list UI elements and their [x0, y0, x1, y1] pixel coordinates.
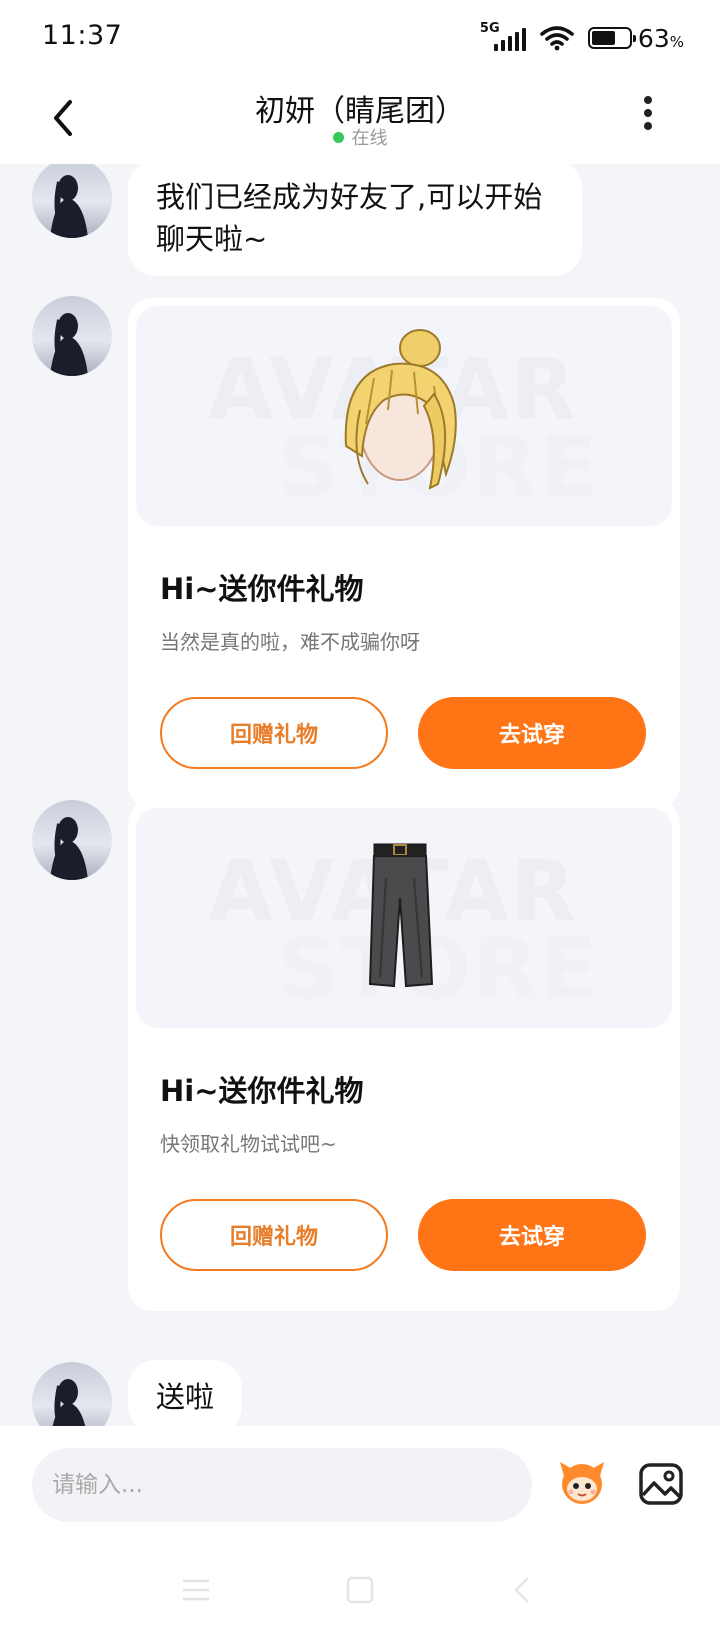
chat-message-list[interactable]: 我们已经成为好友了,可以开始 聊天啦~ AVATAR STORE Hi~送你件礼… — [0, 164, 720, 1426]
message-text-line: 我们已经成为好友了,可以开始 — [156, 180, 543, 214]
status-icons: 5G 63% — [480, 20, 684, 56]
gift-card[interactable]: AVATAR STORE Hi~送你件礼物 快领取礼物试试吧~ 回赠礼物 去试穿 — [128, 800, 680, 1311]
input-bar — [0, 1426, 720, 1640]
contact-avatar[interactable] — [32, 800, 112, 880]
cellular-signal-icon: 5G — [480, 21, 526, 53]
online-status: 在线 — [0, 124, 720, 150]
return-gift-button[interactable]: 回赠礼物 — [160, 697, 388, 769]
chat-header: 初妍（睛尾团） 在线 — [0, 78, 720, 164]
online-dot-icon — [332, 132, 344, 143]
more-options-button[interactable] — [642, 96, 654, 136]
blonde-hair-bun-icon — [344, 329, 457, 490]
gift-subtitle: 快领取礼物试试吧~ — [160, 1132, 337, 1156]
gift-actions: 回赠礼物 去试穿 — [160, 697, 672, 769]
gift-image[interactable]: AVATAR STORE — [136, 808, 672, 1028]
mascot-face-icon — [560, 1462, 604, 1504]
wide-leg-pants-icon — [368, 843, 434, 988]
battery-level — [591, 31, 615, 45]
image-picker-button[interactable] — [638, 1462, 684, 1506]
contact-avatar[interactable] — [32, 1362, 112, 1426]
contact-avatar[interactable] — [32, 296, 112, 376]
battery-indicator: 63% — [587, 23, 684, 53]
gift-image[interactable]: AVATAR STORE — [136, 306, 672, 526]
image-picker-icon — [639, 1463, 683, 1505]
status-bar: 11:37 5G 63% — [0, 0, 720, 78]
try-on-button[interactable]: 去试穿 — [418, 1199, 646, 1271]
back-nav-icon[interactable] — [510, 1576, 534, 1604]
menu-nav-icon[interactable] — [180, 1576, 212, 1604]
gift-actions: 回赠礼物 去试穿 — [160, 1199, 672, 1271]
emoji-button[interactable] — [556, 1456, 608, 1508]
contact-avatar[interactable] — [32, 164, 112, 238]
status-time: 11:37 — [42, 20, 123, 51]
message-bubble[interactable]: 我们已经成为好友了,可以开始 聊天啦~ — [128, 164, 582, 276]
gift-title: Hi~送你件礼物 — [160, 1074, 364, 1108]
try-on-button[interactable]: 去试穿 — [418, 697, 646, 769]
gift-subtitle: 当然是真的啦，难不成骗你呀 — [160, 630, 420, 654]
gift-card[interactable]: AVATAR STORE Hi~送你件礼物 当然是真的啦，难不成骗你呀 回赠礼物… — [128, 298, 680, 809]
return-gift-button[interactable]: 回赠礼物 — [160, 1199, 388, 1271]
home-nav-icon[interactable] — [346, 1576, 374, 1604]
battery-icon — [587, 27, 636, 49]
message-bubble[interactable]: 送啦 — [128, 1360, 243, 1426]
battery-percent: 63% — [637, 23, 684, 53]
message-text-line: 聊天啦~ — [156, 222, 268, 256]
message-text-line: 送啦 — [156, 1380, 215, 1414]
online-status-text: 在线 — [351, 128, 388, 149]
wifi-icon — [540, 26, 574, 51]
message-input[interactable] — [32, 1448, 532, 1522]
system-navigation-bar — [0, 1576, 720, 1626]
gift-title: Hi~送你件礼物 — [160, 572, 364, 606]
